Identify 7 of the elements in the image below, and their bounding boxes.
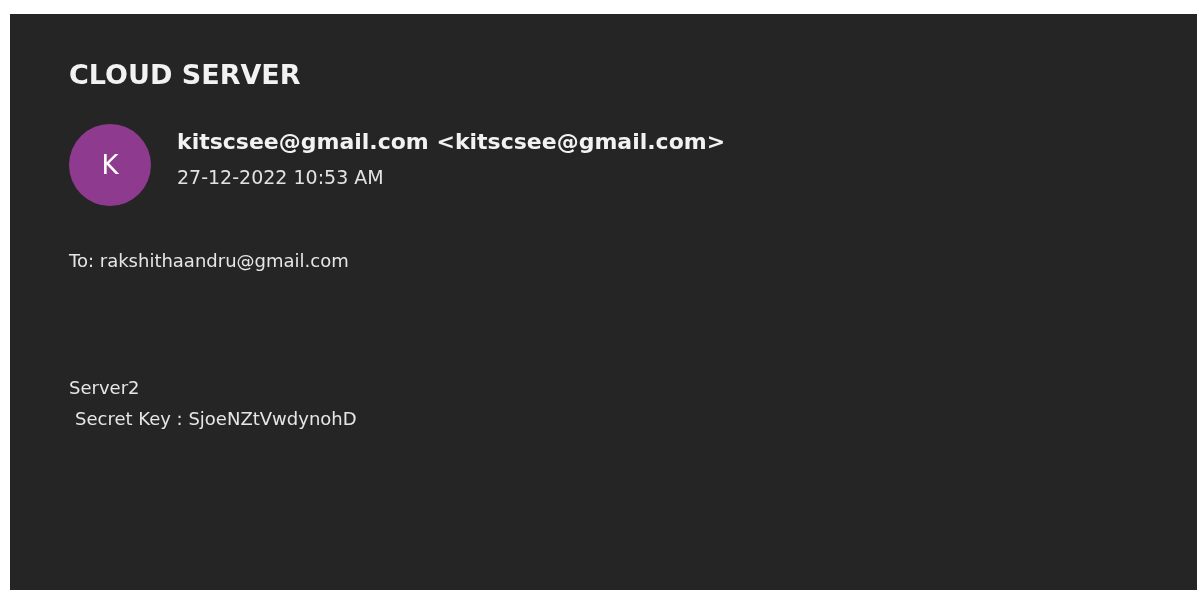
body-line: Server2 <box>69 377 140 398</box>
sender-address: kitscsee@gmail.com <kitscsee@gmail.com> <box>177 128 726 154</box>
sent-date: 27-12-2022 10:53 AM <box>177 165 385 188</box>
email-subject: CLOUD SERVER <box>69 58 301 92</box>
sender-avatar: K <box>69 124 151 206</box>
recipient-line: To: rakshithaandru@gmail.com <box>69 250 349 271</box>
body-line: Secret Key : SjoeNZtVwdynohD <box>74 408 357 429</box>
